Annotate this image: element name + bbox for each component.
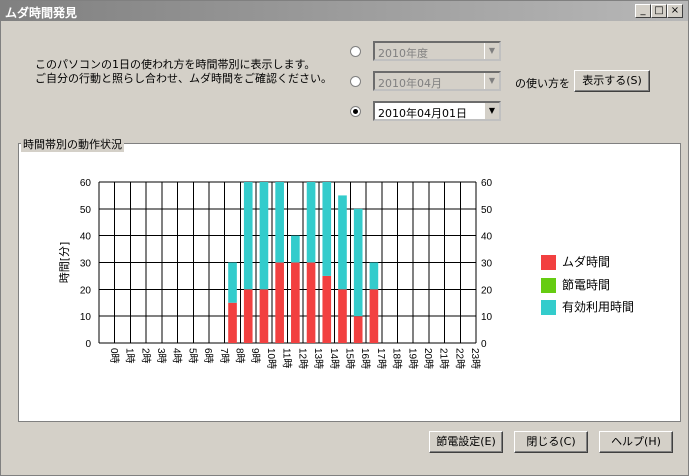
x-tick-label: 2時 — [139, 348, 151, 364]
bar-segment — [275, 182, 284, 263]
x-tick-label: 11時 — [281, 348, 293, 368]
y-tick-label: 0 — [85, 339, 91, 350]
bar-segment — [243, 182, 253, 290]
minimize-icon[interactable]: _ — [635, 4, 651, 18]
x-tick-label: 13時 — [312, 348, 324, 369]
bar-segment — [338, 289, 347, 343]
x-tick-label: 19時 — [406, 348, 418, 369]
month-select[interactable]: 2010年04月 ▼ — [373, 71, 501, 91]
radio-month[interactable] — [350, 76, 361, 87]
legend-swatch — [541, 278, 556, 293]
close-icon[interactable]: × — [667, 4, 683, 18]
x-tick-label: 16時 — [359, 348, 371, 369]
bar-segment — [291, 235, 300, 263]
bar-segment — [322, 182, 332, 276]
y2-tick-label: 30 — [481, 259, 493, 270]
legend-label: 節電時間 — [562, 278, 611, 292]
x-tick-label: 4時 — [171, 348, 183, 364]
bar-segment — [306, 262, 316, 343]
radio-year[interactable] — [350, 46, 361, 57]
radio-day[interactable] — [350, 106, 361, 117]
bar-segment — [353, 208, 363, 317]
power-settings-button[interactable]: 節電設定(E) — [429, 431, 503, 453]
chevron-down-icon: ▼ — [484, 73, 499, 89]
x-tick-label: 12時 — [296, 348, 308, 369]
x-tick-label: 22時 — [453, 348, 465, 369]
legend-setsuden: 節電時間 — [541, 276, 610, 293]
bar-segment — [322, 275, 332, 343]
x-tick-label: 17時 — [375, 348, 387, 369]
bar-segment — [369, 262, 379, 290]
legend-muda: ムダ時間 — [541, 253, 610, 270]
x-tick-label: 6時 — [202, 348, 214, 364]
suffix-label: の使い方を — [515, 77, 570, 90]
bar-segment — [228, 262, 237, 303]
x-tick-label: 7時 — [218, 348, 230, 364]
bar-segment — [353, 316, 363, 343]
x-tick-label: 15時 — [343, 348, 355, 369]
y2-tick-label: 0 — [481, 339, 487, 350]
chevron-down-icon: ▼ — [484, 103, 499, 119]
y-tick-label: 40 — [80, 232, 92, 243]
year-select[interactable]: 2010年度 ▼ — [373, 41, 501, 61]
legend-swatch — [541, 255, 556, 270]
y-tick-label: 10 — [80, 312, 92, 323]
y2-tick-label: 20 — [481, 285, 493, 296]
help-button[interactable]: ヘルプ(H) — [599, 431, 673, 453]
bar-segment — [291, 262, 300, 343]
x-tick-label: 0時 — [108, 348, 120, 364]
x-tick-label: 20時 — [422, 348, 434, 369]
bar-segment — [259, 182, 269, 290]
maximize-icon[interactable]: □ — [651, 4, 667, 18]
description: このパソコンの1日の使われ方を時間帯別に表示します。 ご自分の行動と照らし合わせ… — [35, 58, 332, 86]
y2-tick-label: 60 — [481, 178, 493, 189]
bar-segment — [306, 182, 316, 263]
description-line-2: ご自分の行動と照らし合わせ、ムダ時間をご確認ください。 — [35, 72, 332, 85]
y-tick-label: 50 — [80, 205, 92, 216]
year-select-value: 2010年度 — [378, 47, 428, 60]
x-tick-label: 21時 — [438, 348, 450, 369]
app-window: ムダ時間発見 _ □ × このパソコンの1日の使われ方を時間帯別に表示します。 … — [0, 0, 689, 476]
x-tick-label: 5時 — [186, 348, 198, 364]
bar-segment — [228, 302, 237, 343]
title-bar: ムダ時間発見 _ □ × — [1, 1, 688, 21]
x-tick-label: 3時 — [155, 348, 167, 364]
day-select[interactable]: 2010年04月01日 ▼ — [373, 101, 501, 121]
x-tick-label: 23時 — [469, 348, 481, 369]
x-tick-label: 9時 — [249, 348, 261, 364]
chevron-down-icon: ▼ — [484, 43, 499, 59]
bar-segment — [243, 289, 253, 343]
month-select-value: 2010年04月 — [378, 77, 442, 90]
bar-segment — [259, 289, 269, 343]
description-line-1: このパソコンの1日の使われ方を時間帯別に表示します。 — [35, 58, 316, 71]
x-tick-label: 14時 — [328, 348, 340, 369]
legend-label: ムダ時間 — [562, 255, 611, 269]
y2-tick-label: 50 — [481, 205, 493, 216]
show-button[interactable]: 表示する(S) — [574, 70, 650, 92]
legend-swatch — [541, 300, 556, 315]
legend-yuko: 有効利用時間 — [541, 298, 634, 315]
bar-segment — [275, 262, 284, 343]
x-tick-label: 8時 — [234, 348, 246, 364]
y-tick-label: 30 — [80, 259, 92, 270]
x-tick-label: 10時 — [265, 348, 277, 369]
close-button[interactable]: 閉じる(C) — [514, 431, 588, 453]
window-title: ムダ時間発見 — [5, 6, 78, 20]
bar-segment — [338, 195, 347, 290]
y2-tick-label: 40 — [481, 232, 493, 243]
legend-label: 有効利用時間 — [562, 300, 635, 314]
bar-segment — [369, 289, 379, 343]
y2-tick-label: 10 — [481, 312, 493, 323]
y-axis-label: 時間[分] — [58, 242, 71, 284]
x-tick-label: 1時 — [124, 348, 136, 364]
day-select-value: 2010年04月01日 — [378, 107, 467, 120]
y-tick-label: 60 — [80, 178, 92, 189]
y-tick-label: 20 — [80, 285, 92, 296]
x-tick-label: 18時 — [391, 348, 403, 369]
